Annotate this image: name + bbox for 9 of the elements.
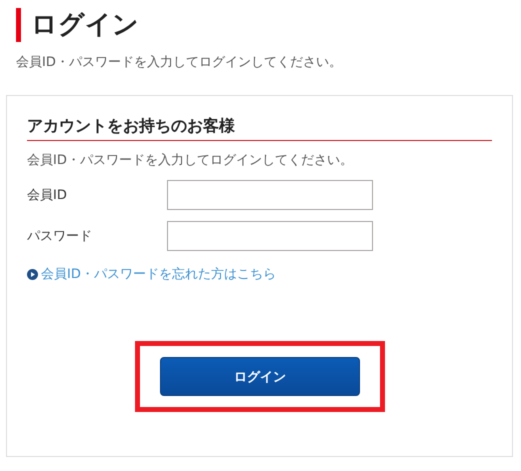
login-button[interactable]: ログイン <box>160 357 360 396</box>
field-label: 会員ID <box>27 187 68 204</box>
page-title: ログイン <box>16 8 139 42</box>
input-field[interactable] <box>167 180 373 210</box>
section-heading: アカウントをお持ちのお客様 <box>27 115 492 141</box>
field-label: パスワード <box>27 228 93 245</box>
instruction-text: 会員ID・パスワードを入力してログインしてください。 <box>27 152 353 169</box>
intro-text: 会員ID・パスワードを入力してログインしてください。 <box>16 54 342 72</box>
input-field[interactable] <box>167 221 373 251</box>
